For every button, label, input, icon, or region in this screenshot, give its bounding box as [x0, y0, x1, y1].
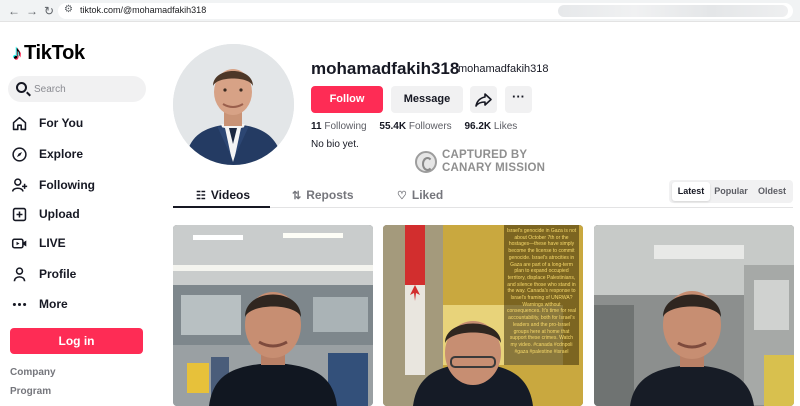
sidebar-item-profile[interactable]: Profile: [10, 263, 150, 285]
reload-icon[interactable]: ↻: [41, 3, 57, 19]
repost-icon: ⇅: [292, 189, 302, 202]
sort-toggle: Latest Popular Oldest: [669, 180, 793, 203]
tiktok-note-icon: ♪: [12, 41, 22, 64]
share-icon: [475, 93, 492, 107]
browser-toolbar: ← → ↻ ⚙ tiktok.com/@mohamadfakih318: [0, 0, 800, 22]
video-caption-text: Israel's genocide in Gaza is not about O…: [506, 228, 577, 355]
share-button[interactable]: [470, 86, 497, 113]
more-options-button[interactable]: ···: [505, 86, 532, 113]
ellipsis-icon: ···: [512, 89, 525, 104]
heart-outline-icon: ♡: [397, 189, 407, 202]
grid-icon: ☷: [196, 189, 206, 202]
sidebar-item-label: Upload: [39, 207, 80, 221]
forward-icon[interactable]: →: [24, 3, 40, 19]
tab-reposts[interactable]: ⇅ Reposts: [292, 184, 354, 206]
sidebar-item-label: Profile: [39, 267, 77, 281]
address-bar[interactable]: ⚙ tiktok.com/@mohamadfakih318: [58, 3, 793, 19]
video-card[interactable]: Israel's genocide in Gaza is not about O…: [383, 225, 583, 406]
tiktok-logo[interactable]: ♪ TikTok: [12, 42, 85, 64]
sidebar-item-explore[interactable]: Explore: [10, 143, 150, 165]
canary-mission-watermark: CAPTURED BY CANARY MISSION: [415, 147, 555, 177]
home-icon: [10, 114, 28, 132]
follow-button[interactable]: Follow: [311, 86, 383, 113]
tab-label: Reposts: [306, 188, 354, 202]
search-input[interactable]: [34, 81, 140, 97]
likes-count: 96.2K: [464, 121, 492, 132]
sidebar-item-label: Explore: [39, 147, 84, 161]
footer-link-program[interactable]: Program: [10, 386, 51, 397]
blurred-bookmarks: [558, 5, 788, 17]
plus-square-icon: [10, 205, 28, 223]
sidebar-item-label: LIVE: [39, 236, 66, 250]
back-icon[interactable]: ←: [6, 3, 22, 19]
profile-bio: No bio yet.: [311, 139, 359, 150]
watermark-line-2: CANARY MISSION: [442, 162, 546, 174]
sidebar: ♪ TikTok For You Explore Following Uploa…: [0, 22, 160, 406]
following-label[interactable]: Following: [324, 121, 366, 132]
compass-icon: [10, 145, 28, 163]
live-camera-icon: [10, 234, 28, 252]
video-caption-overlay: Israel's genocide in Gaza is not about O…: [504, 225, 579, 365]
profile-username: mohamadfakih318: [311, 59, 460, 78]
video-thumbnail: [594, 225, 794, 406]
video-card[interactable]: [594, 225, 794, 406]
tab-label: Videos: [210, 188, 251, 202]
search-icon: [16, 82, 27, 93]
sidebar-item-following[interactable]: Following: [10, 174, 150, 196]
followers-label[interactable]: Followers: [409, 121, 452, 132]
likes-label: Likes: [493, 121, 518, 132]
tab-liked[interactable]: ♡ Liked: [397, 184, 443, 206]
followers-count[interactable]: 55.4K: [379, 121, 406, 132]
sidebar-item-label: Following: [39, 178, 95, 192]
site-settings-icon[interactable]: ⚙: [64, 4, 73, 15]
avatar: [173, 44, 294, 165]
message-button[interactable]: Message: [391, 86, 463, 113]
sort-latest[interactable]: Latest: [672, 182, 710, 201]
watermark-seal-icon: [415, 151, 437, 173]
sidebar-item-upload[interactable]: Upload: [10, 203, 150, 225]
person-icon: [10, 265, 28, 283]
sidebar-item-label: More: [39, 297, 68, 311]
search-box[interactable]: [8, 76, 146, 102]
sort-popular[interactable]: Popular: [711, 182, 751, 201]
profile-nickname: mohamadfakih318: [458, 63, 549, 75]
active-tab-indicator: [173, 206, 270, 208]
tab-videos[interactable]: ☷ Videos: [196, 184, 250, 206]
ellipsis-icon: [10, 295, 28, 313]
video-thumbnail: [173, 225, 373, 406]
sidebar-item-label: For You: [39, 116, 84, 130]
login-button[interactable]: Log in: [10, 328, 143, 354]
user-plus-icon: [10, 176, 28, 194]
tab-label: Liked: [411, 188, 444, 202]
video-card[interactable]: [173, 225, 373, 406]
sort-oldest[interactable]: Oldest: [753, 182, 791, 201]
logo-text: TikTok: [24, 41, 85, 64]
profile-stats: 11 Following 55.4K Followers 96.2K Likes: [311, 121, 527, 132]
address-bar-url[interactable]: tiktok.com/@mohamadfakih318: [80, 5, 206, 15]
footer-link-company[interactable]: Company: [10, 367, 56, 378]
sidebar-item-for-you[interactable]: For You: [10, 112, 150, 134]
watermark-line-1: CAPTURED BY: [442, 149, 528, 161]
sidebar-item-more[interactable]: More: [10, 293, 150, 315]
following-count[interactable]: 11: [311, 121, 322, 132]
sidebar-item-live[interactable]: LIVE: [10, 232, 150, 254]
